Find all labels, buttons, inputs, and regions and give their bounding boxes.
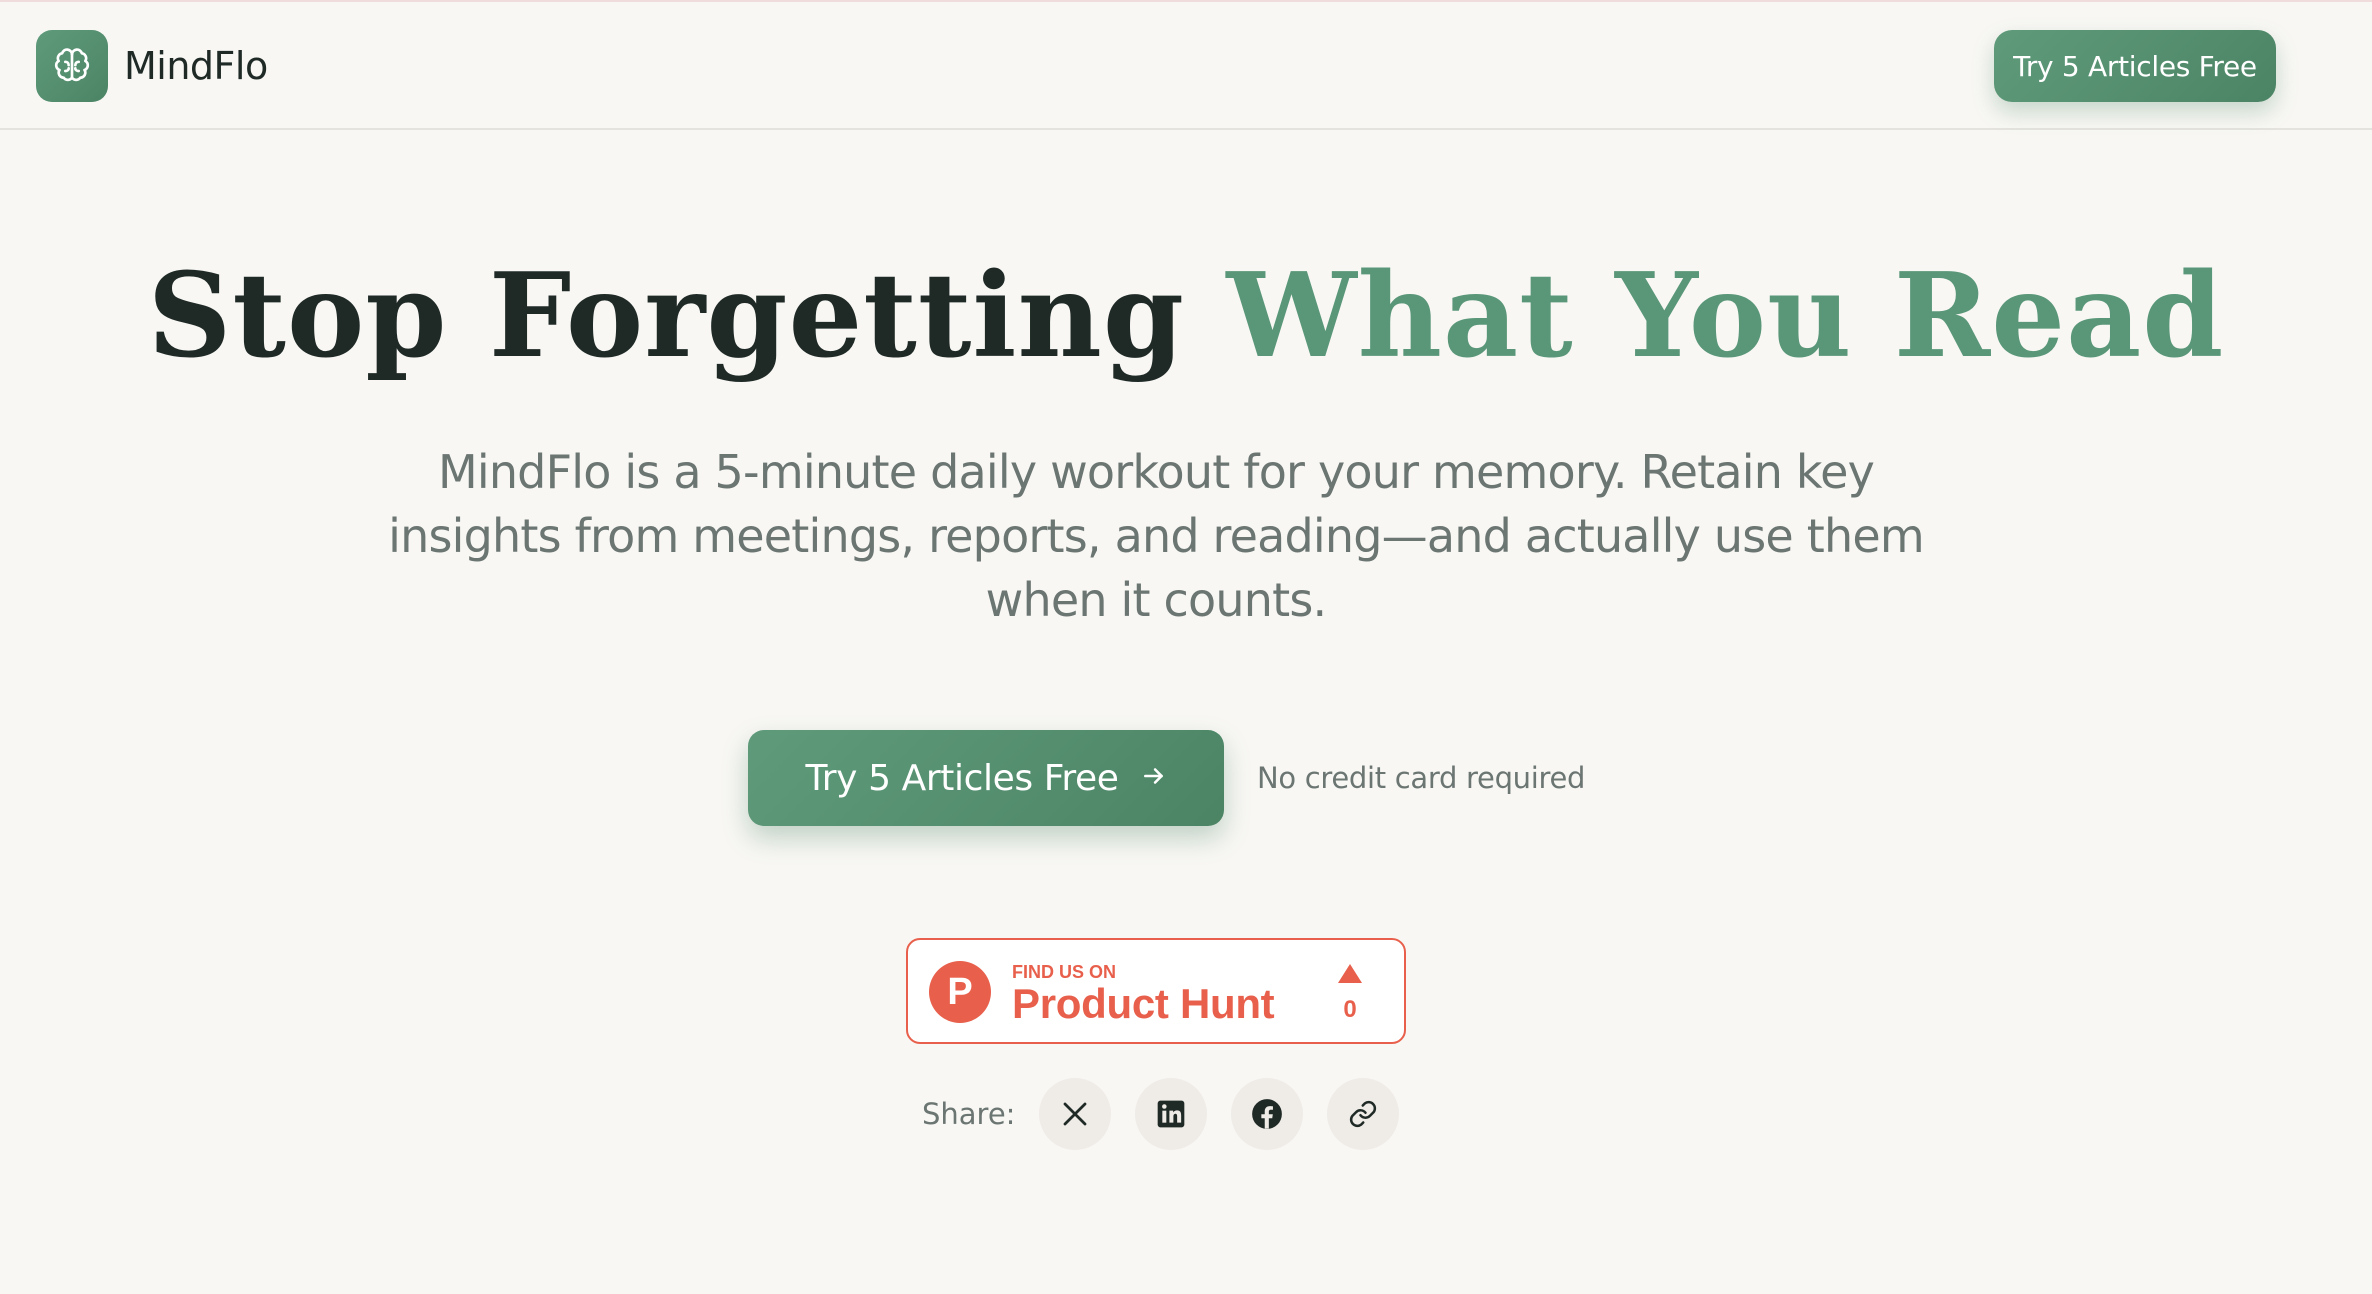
hero-title-part1: Stop Forgetting (147, 248, 1185, 384)
try-articles-label: Try 5 Articles Free (805, 757, 1119, 799)
copy-link-button[interactable] (1327, 1078, 1400, 1150)
product-hunt-badge[interactable]: P FIND US ON Product Hunt 0 (906, 938, 1406, 1044)
hero-title-highlight: What You Read (1226, 248, 2225, 384)
hero-subtitle: MindFlo is a 5-minute daily workout for … (388, 445, 1924, 627)
upvote-triangle-icon (1338, 964, 1362, 983)
linkedin-icon (1155, 1098, 1187, 1130)
facebook-icon (1250, 1097, 1284, 1131)
share-bar: Share: (922, 1078, 1400, 1150)
header-cta-button[interactable]: Try 5 Articles Free (1994, 30, 2276, 102)
link-icon (1348, 1099, 1378, 1129)
hero-cta-row: Try 5 Articles Free No credit card requi… (748, 730, 1585, 826)
site-header: MindFlo Try 5 Articles Free (0, 2, 2372, 130)
arrow-right-icon (1141, 759, 1167, 797)
product-hunt-logo-icon: P (929, 961, 991, 1023)
product-hunt-name: Product Hunt (1012, 980, 1275, 1027)
brand-name: MindFlo (124, 44, 268, 88)
try-articles-button[interactable]: Try 5 Articles Free (748, 730, 1224, 826)
share-linkedin-button[interactable] (1135, 1078, 1208, 1150)
upvote-count: 0 (1343, 996, 1357, 1023)
share-facebook-button[interactable] (1231, 1078, 1304, 1150)
share-x-button[interactable] (1039, 1078, 1112, 1150)
brain-icon (36, 30, 108, 102)
share-label: Share: (922, 1097, 1016, 1131)
brand-logo[interactable]: MindFlo (36, 30, 268, 102)
hero-title: Stop Forgetting What You Read (0, 246, 2372, 386)
x-icon (1060, 1099, 1090, 1129)
no-credit-card-note: No credit card required (1257, 761, 1586, 795)
